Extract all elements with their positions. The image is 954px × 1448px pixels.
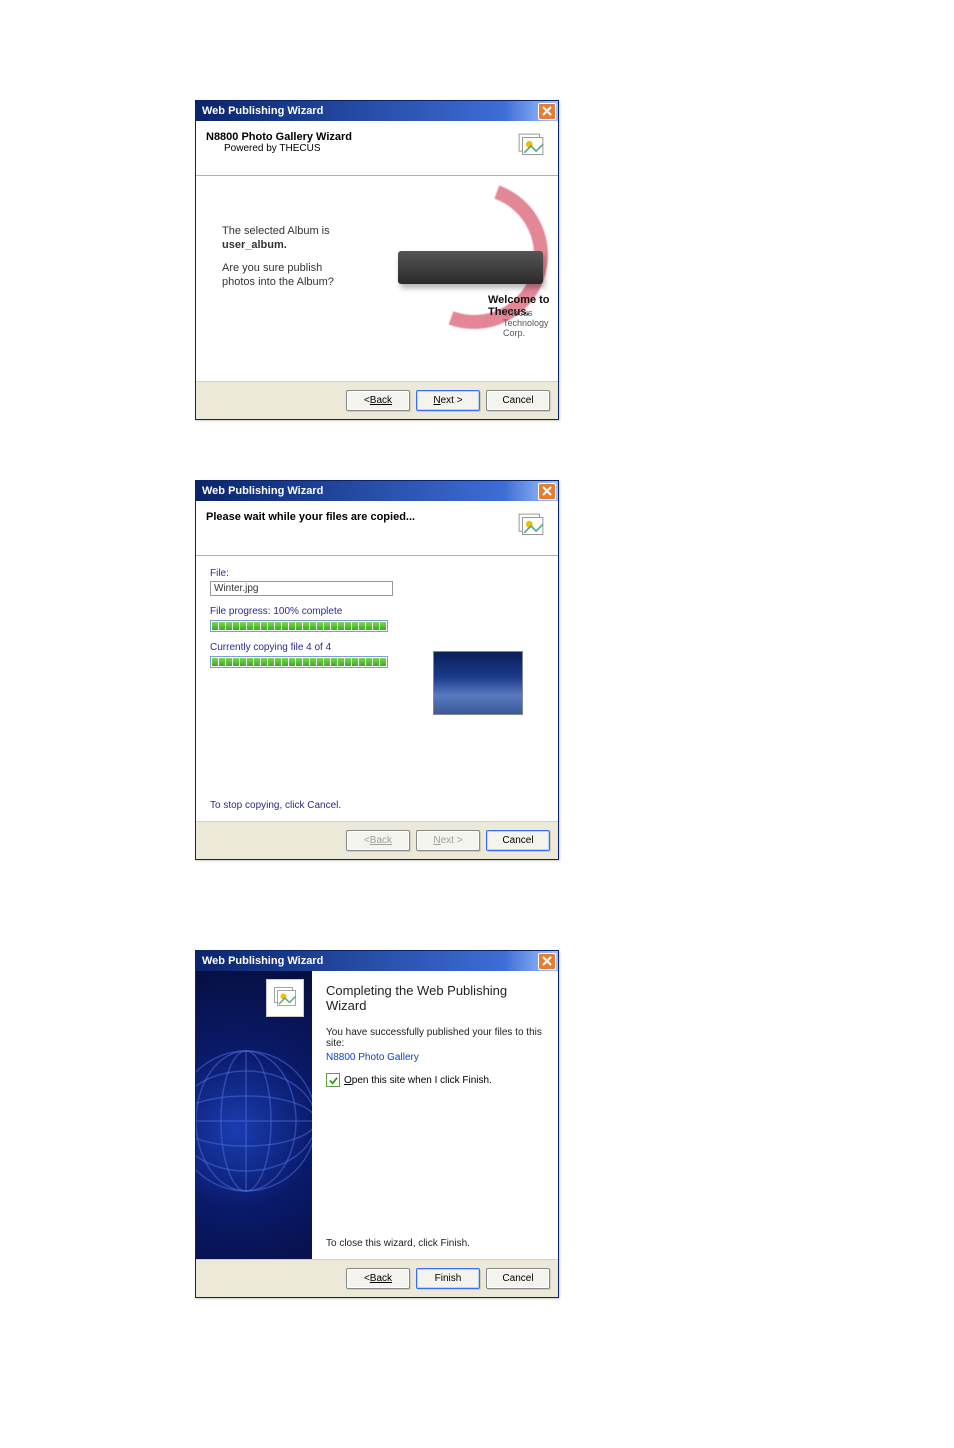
stop-instruction: To stop copying, click Cancel.: [210, 800, 341, 811]
globe-icon: [196, 1041, 312, 1201]
back-button: < Back: [346, 830, 410, 851]
cancel-button[interactable]: Cancel: [486, 1268, 550, 1289]
title-text: Web Publishing Wizard: [202, 485, 323, 497]
photos-icon: [514, 509, 548, 546]
wizard-dialog-confirm: Web Publishing Wizard N8800 Photo Galler…: [195, 100, 559, 420]
file-label: File:: [210, 568, 548, 579]
overall-progress-bar: [210, 656, 388, 668]
cancel-button[interactable]: Cancel: [486, 830, 550, 851]
header-pane: Please wait while your files are copied.…: [196, 501, 558, 556]
back-button[interactable]: < Back: [346, 390, 410, 411]
preview-thumbnail: [433, 651, 523, 715]
welcome-graphic: Welcome to Thecus. Thecus Technology Cor…: [338, 176, 558, 381]
file-name-field: Winter.jpg: [210, 581, 393, 596]
header-title: Please wait while your files are copied.…: [206, 511, 415, 523]
next-button: Next >: [416, 830, 480, 851]
completing-title: Completing the Web Publishing Wizard: [326, 983, 544, 1013]
close-icon[interactable]: [538, 103, 556, 120]
title-text: Web Publishing Wizard: [202, 955, 323, 967]
body-pane: Completing the Web Publishing Wizard You…: [196, 971, 558, 1259]
back-button[interactable]: < Back: [346, 1268, 410, 1289]
wizard-dialog-complete: Web Publishing Wizard: [195, 950, 559, 1298]
button-bar: < Back Next > Cancel: [196, 821, 558, 859]
open-site-checkbox[interactable]: [326, 1073, 340, 1087]
button-bar: < Back Finish Cancel: [196, 1259, 558, 1297]
title-text: Web Publishing Wizard: [202, 105, 323, 117]
finish-button[interactable]: Finish: [416, 1268, 480, 1289]
wizard-dialog-copying: Web Publishing Wizard Please wait while …: [195, 480, 559, 860]
file-progress-bar: [210, 620, 388, 632]
success-text: You have successfully published your fil…: [326, 1027, 544, 1049]
titlebar[interactable]: Web Publishing Wizard: [196, 101, 558, 121]
cancel-button[interactable]: Cancel: [486, 390, 550, 411]
photos-icon: [266, 979, 304, 1017]
file-progress-label: File progress: 100% complete: [210, 606, 548, 617]
close-icon[interactable]: [538, 953, 556, 970]
titlebar[interactable]: Web Publishing Wizard: [196, 481, 558, 501]
header-subtitle: Powered by THECUS: [206, 143, 352, 154]
next-button[interactable]: Next >: [416, 390, 480, 411]
side-panel: [196, 971, 312, 1259]
site-link[interactable]: N8800 Photo Gallery: [326, 1052, 544, 1063]
body-pane: File: Winter.jpg File progress: 100% com…: [196, 556, 558, 821]
photos-icon: [514, 129, 548, 166]
body-pane: The selected Album is user_album. Are yo…: [196, 176, 558, 381]
close-instruction: To close this wizard, click Finish.: [326, 1238, 470, 1249]
header-title: N8800 Photo Gallery Wizard: [206, 131, 352, 143]
header-pane: N8800 Photo Gallery Wizard Powered by TH…: [196, 121, 558, 176]
titlebar[interactable]: Web Publishing Wizard: [196, 951, 558, 971]
welcome-subtitle: Thecus Technology Corp.: [503, 308, 558, 338]
open-site-label: Open this site when I click Finish.: [344, 1075, 492, 1086]
button-bar: < Back Next > Cancel: [196, 381, 558, 419]
close-icon[interactable]: [538, 483, 556, 500]
